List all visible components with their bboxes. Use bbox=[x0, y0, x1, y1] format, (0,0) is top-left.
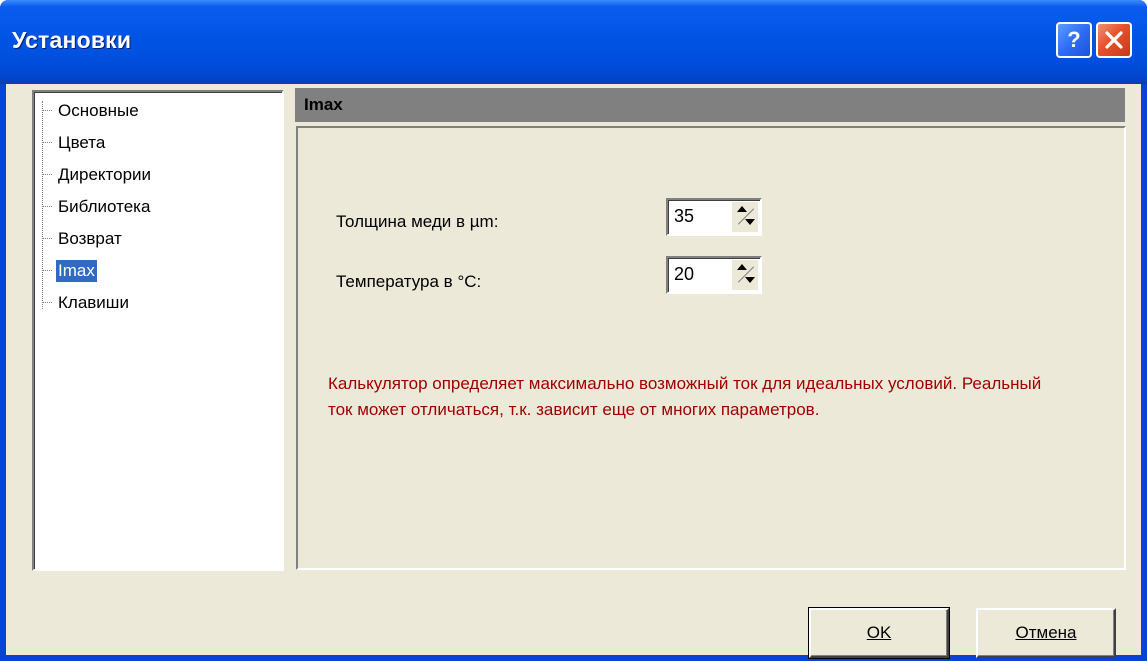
spin-up-icon[interactable] bbox=[737, 206, 747, 212]
tree-item-biblioteka[interactable]: Библиотека bbox=[34, 194, 152, 220]
spin-down-icon[interactable] bbox=[745, 219, 755, 225]
svg-text:?: ? bbox=[1067, 28, 1080, 52]
tree-item-label: Цвета bbox=[58, 133, 106, 152]
help-icon: ? bbox=[1067, 28, 1080, 52]
page-panel bbox=[296, 126, 1126, 570]
tree-item-label: Библиотека bbox=[58, 197, 151, 216]
copper-thickness-value[interactable]: 35 bbox=[674, 206, 694, 227]
tree-item-label: Клавиши bbox=[58, 293, 129, 312]
cancel-button[interactable]: Отмена bbox=[976, 608, 1116, 658]
calculator-note: Калькулятор определяет максимально возмо… bbox=[328, 374, 1042, 419]
tree-item-klavishi[interactable]: Клавиши bbox=[34, 290, 131, 316]
window-title: Установки bbox=[12, 27, 132, 53]
tree-item-imax[interactable]: Imax bbox=[34, 258, 98, 284]
title-bar[interactable]: Установки ? bbox=[0, 0, 1147, 84]
close-icon bbox=[1105, 31, 1123, 49]
tree-item-label: Возврат bbox=[58, 229, 122, 248]
page-title: Imax bbox=[304, 95, 343, 114]
temperature-spinner[interactable]: 20 bbox=[666, 256, 762, 294]
tree-branch bbox=[42, 206, 52, 208]
tree-item-vozvrat[interactable]: Возврат bbox=[34, 226, 124, 252]
temperature-label: Температура в °C: bbox=[336, 272, 482, 291]
spin-arrows[interactable] bbox=[732, 260, 758, 290]
tree-item-label: Imax bbox=[55, 259, 98, 283]
tree-item-osnovnye[interactable]: Основные bbox=[34, 98, 141, 124]
ok-button[interactable]: OK bbox=[808, 607, 950, 659]
settings-tree[interactable]: Основные Цвета Директории Библиотека Воз… bbox=[32, 90, 284, 571]
tree-item-direktorii[interactable]: Директории bbox=[34, 162, 153, 188]
copper-thickness-label: Толщина меди в µm: bbox=[336, 212, 499, 231]
close-button[interactable] bbox=[1096, 22, 1132, 58]
tree-branch bbox=[42, 238, 52, 240]
spin-up-icon[interactable] bbox=[737, 264, 747, 270]
tree-branch bbox=[42, 302, 52, 304]
tree-branch bbox=[42, 174, 52, 176]
page-header: Imax bbox=[295, 88, 1125, 122]
temperature-value[interactable]: 20 bbox=[674, 264, 694, 285]
cancel-button-label: Отмена bbox=[1015, 623, 1077, 642]
settings-dialog: Установки ? Основные Цвета Директории Би… bbox=[0, 0, 1147, 661]
tree-item-tsveta[interactable]: Цвета bbox=[34, 130, 107, 156]
spin-arrows[interactable] bbox=[732, 202, 758, 232]
help-button[interactable]: ? bbox=[1056, 22, 1092, 58]
tree-branch bbox=[42, 142, 52, 144]
spin-down-icon[interactable] bbox=[745, 277, 755, 283]
tree-branch bbox=[42, 110, 52, 112]
tree-item-label: Директории bbox=[58, 165, 152, 184]
ok-button-label: OK bbox=[866, 623, 892, 642]
tree-branch bbox=[42, 270, 52, 272]
copper-thickness-spinner[interactable]: 35 bbox=[666, 198, 762, 236]
tree-item-label: Основные bbox=[58, 101, 139, 120]
dialog-client-area: Основные Цвета Директории Библиотека Воз… bbox=[6, 84, 1141, 659]
